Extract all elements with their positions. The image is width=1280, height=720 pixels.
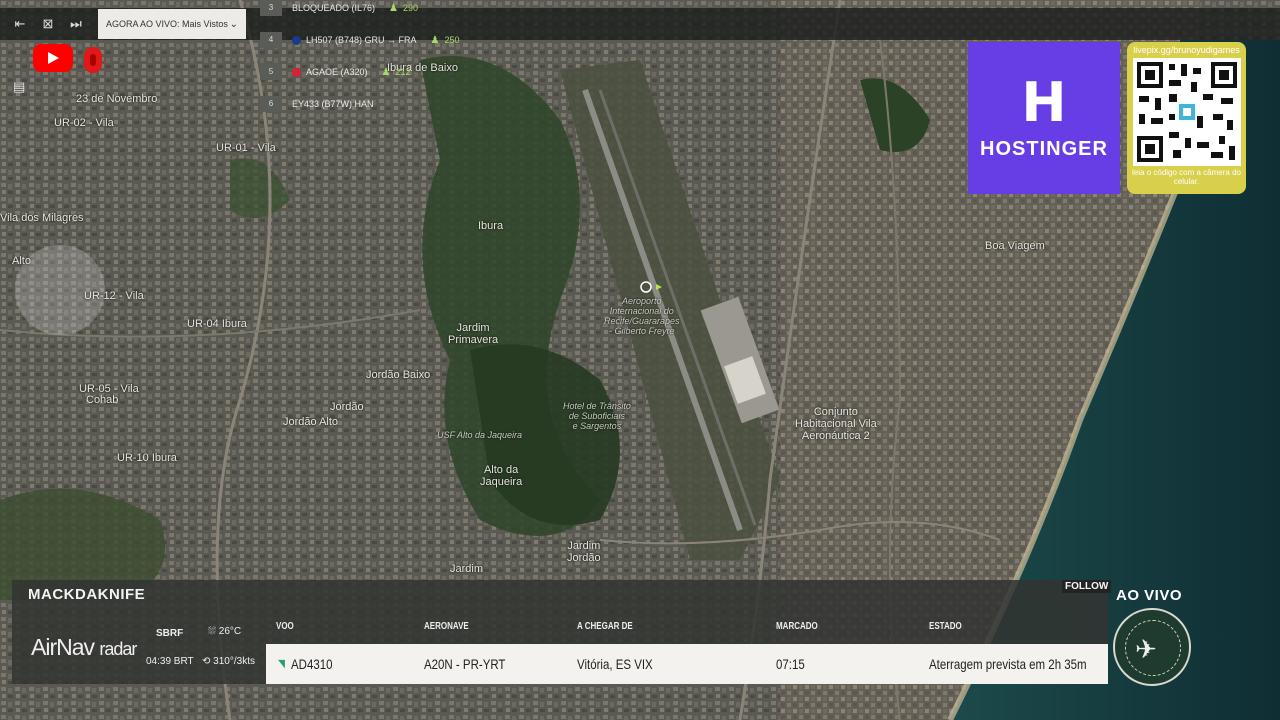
flight-ranking-list: 1EK449 (A388)4932BLOQUEADO (B744)4373BLO… xyxy=(246,0,460,120)
airplane-icon: ✈ xyxy=(1135,634,1157,664)
hostinger-ad: H HOSTINGER xyxy=(968,42,1120,194)
origin: Vitória, ES VIX xyxy=(577,656,653,672)
live-filter-select[interactable]: AGORA AO VIVO: Mais Vistos ⌄ xyxy=(98,9,246,39)
airline-logo-icon xyxy=(292,67,301,77)
flight-status: Aterragem prevista em 2h 35m xyxy=(929,656,1087,672)
flight-callsign: AGAOE (A320) xyxy=(306,67,368,77)
qr-url: livepix.gg/brunoyudigames xyxy=(1133,45,1240,55)
live-label: AO VIVO xyxy=(1116,587,1183,604)
sidebar-toggle-icon[interactable]: ⇤ xyxy=(12,16,28,32)
live-filter-value: AGORA AO VIVO: Mais Vistos xyxy=(106,19,228,29)
username: MACKDAKNIFE xyxy=(28,586,146,603)
hostinger-logo-icon: H xyxy=(1021,70,1067,134)
wind-value: 310°/3kts xyxy=(213,656,255,667)
follow-button[interactable]: FOLLOW xyxy=(1062,580,1112,593)
livepix-qr-panel: livepix.gg/brunoyudigames leia o código … xyxy=(1127,42,1246,194)
aircraft-type: A20N - PR-YRT xyxy=(424,656,506,672)
column-flight: VOO xyxy=(276,621,294,632)
airline-logo-icon xyxy=(292,35,301,45)
skip-next-icon[interactable]: ⏭ xyxy=(68,16,84,32)
wind-direction-icon: ⟲ xyxy=(202,656,211,667)
airport-code: SBRF xyxy=(156,628,184,639)
flight-table-header: VOO AERONAVE A CHEGAR DE MARCADO ESTADO xyxy=(276,620,1108,646)
flight-number: AD4310 xyxy=(291,656,333,672)
temperature-value: 26°C xyxy=(218,626,242,637)
brand-name: AirNav xyxy=(31,634,95,660)
brand-suffix: radar xyxy=(99,639,137,659)
expand-icon[interactable]: ⊠ xyxy=(40,16,56,32)
rank-number: 3 xyxy=(260,0,282,16)
column-aircraft: AERONAVE xyxy=(424,621,469,632)
watcher-count: 250 xyxy=(431,35,460,46)
column-origin: A CHEGAR DE xyxy=(577,621,633,632)
flight-callsign: BLOQUEADO (IL76) xyxy=(292,3,376,13)
local-time: 04:39 BRT xyxy=(146,656,194,667)
chevron-down-icon: ⌄ xyxy=(229,18,238,30)
live-ranking-bar: ⇤ ⊠ ⏭ AGORA AO VIVO: Mais Vistos ⌄ 1EK44… xyxy=(0,0,1280,112)
recording-logo-icon xyxy=(84,47,102,73)
airline-logo-icon: ◥ xyxy=(278,658,285,670)
channel-badge-icon: ✈ xyxy=(1113,608,1191,686)
flight-rank-item[interactable]: 5 AGAOE (A320) 212 xyxy=(260,56,460,88)
qr-code-icon xyxy=(1132,58,1241,166)
column-scheduled: MARCADO xyxy=(776,621,818,632)
flight-rank-item[interactable]: 3 BLOQUEADO (IL76) 290 xyxy=(260,0,460,24)
flight-info-panel: MACKDAKNIFE AirNav radar SBRF ⛆ 26°C 04:… xyxy=(12,580,1108,684)
flight-callsign: EY433 (B77W) HAN xyxy=(292,99,374,109)
hostinger-brand: HOSTINGER xyxy=(980,137,1108,160)
flight-rank-item[interactable]: 4 LH507 (B748) GRU → FRA 250 xyxy=(260,24,460,56)
temperature: ⛆ 26°C xyxy=(208,626,241,637)
layers-icon[interactable]: ▤ xyxy=(13,79,25,95)
rank-number: 6 xyxy=(260,96,282,112)
flight-callsign: LH507 (B748) GRU → FRA xyxy=(306,35,417,45)
watcher-count: 290 xyxy=(389,3,418,14)
youtube-logo-icon xyxy=(33,44,73,72)
airnav-radar-logo: AirNav radar xyxy=(31,634,137,661)
airport-weather: SBRF ⛆ 26°C 04:39 BRT ⟲ 310°/3kts xyxy=(142,624,272,674)
watcher-count: 212 xyxy=(382,67,411,78)
column-status: ESTADO xyxy=(929,621,962,632)
wind: ⟲ 310°/3kts xyxy=(202,656,255,667)
flight-rank-item[interactable]: 6 EY433 (B77W) HAN xyxy=(260,88,460,120)
rank-number: 4 xyxy=(260,32,282,48)
rank-number: 5 xyxy=(260,64,282,80)
qr-hint: leia o código com a câmera do celular. xyxy=(1132,168,1241,186)
flight-table-row[interactable]: ◥ AD4310 A20N - PR-YRT Vitória, ES VIX 0… xyxy=(266,644,1108,684)
temperature-icon: ⛆ xyxy=(208,626,216,637)
scheduled-time: 07:15 xyxy=(776,656,805,672)
